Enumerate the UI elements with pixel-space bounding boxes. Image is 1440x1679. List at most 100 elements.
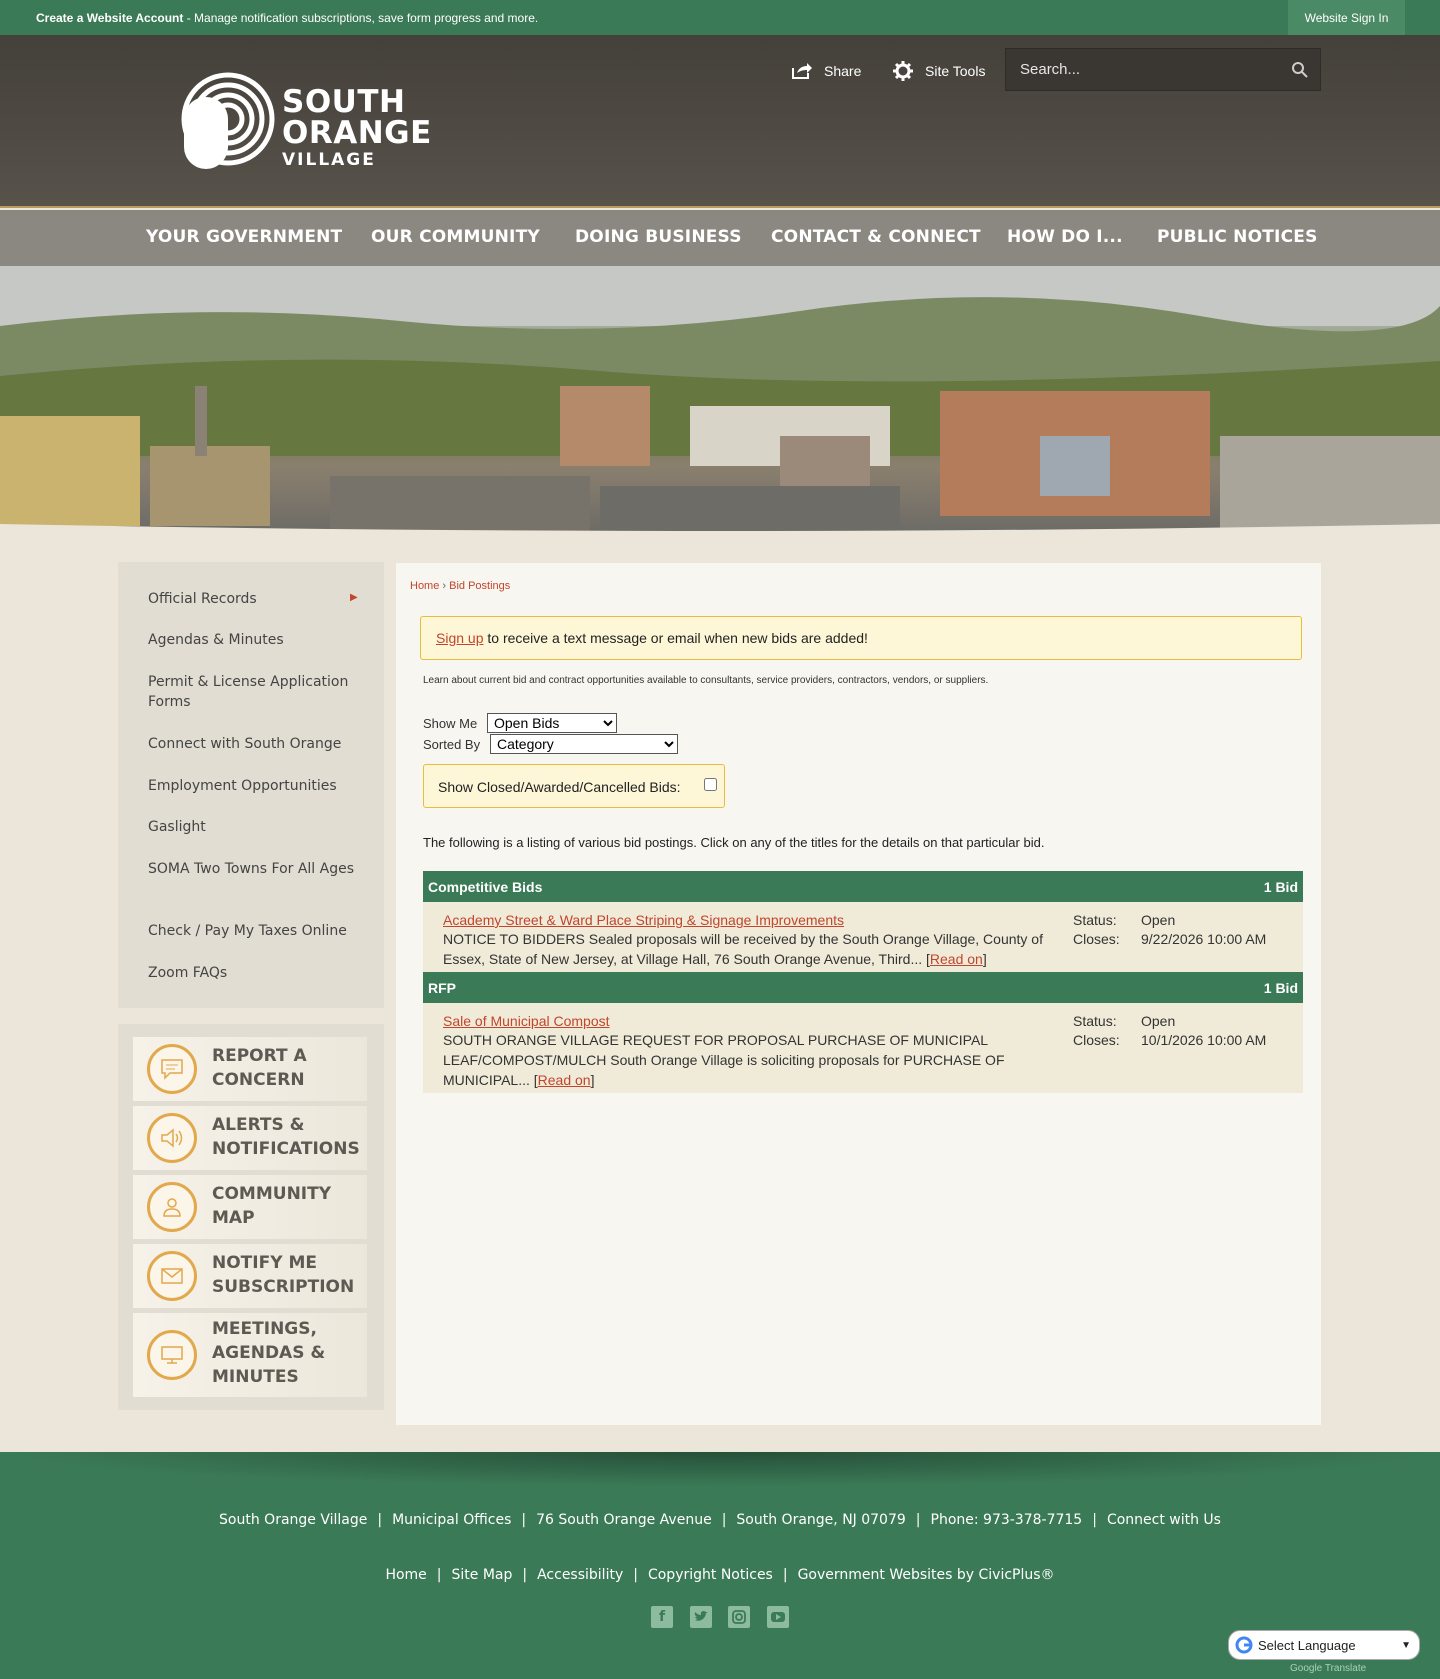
read-on-link[interactable]: Read on [538, 1072, 591, 1088]
footer-org-name: South Orange Village [219, 1512, 368, 1528]
category-name: RFP [428, 980, 456, 996]
share-label: Share [824, 63, 862, 79]
sidebar-item-soma-two-towns[interactable]: SOMA Two Towns For All Ages [148, 859, 358, 879]
footer-separator: | [633, 1567, 638, 1583]
category-name: Competitive Bids [428, 879, 543, 895]
footer-separator: | [721, 1512, 727, 1528]
share-icon [790, 60, 814, 82]
main-content: Home › Bid Postings Sign up to receive a… [396, 563, 1321, 1425]
footer-separator: | [521, 1512, 527, 1528]
footer-copyright-link[interactable]: Copyright Notices [648, 1567, 773, 1583]
listing-intro: The following is a listing of various bi… [423, 835, 1045, 850]
page-intro: Learn about current bid and contract opp… [423, 675, 989, 686]
bid-description: SOUTH ORANGE VILLAGE REQUEST FOR PROPOSA… [443, 1032, 1005, 1088]
bid-description-text: SOUTH ORANGE VILLAGE REQUEST FOR PROPOSA… [443, 1032, 1005, 1088]
account-banner-text: - Manage notification subscriptions, sav… [183, 11, 539, 25]
breadcrumb-home[interactable]: Home [410, 580, 439, 592]
logo-line-3: VILLAGE [282, 150, 376, 170]
search-box [1005, 48, 1321, 91]
show-closed-checkbox[interactable] [704, 778, 717, 791]
footer-sitemap-link[interactable]: Site Map [452, 1567, 513, 1583]
site-header: SOUTH ORANGE VILLAGE Share Site Tools [0, 35, 1440, 208]
site-footer: South Orange Village | Municipal Offices | 7… [0, 1452, 1440, 1679]
footer-separator: | [782, 1567, 788, 1583]
share-button[interactable]: Share [790, 60, 861, 82]
chat-bubble-icon [147, 1044, 197, 1094]
footer-connect-link[interactable]: Connect with Us [1107, 1512, 1221, 1528]
alerts-notifications-button[interactable]: Alerts & Notifications [133, 1106, 367, 1170]
show-closed-label: Show Closed/Awarded/Cancelled Bids: [438, 779, 681, 795]
logo-rings-icon [181, 72, 275, 169]
nav-contact-connect[interactable]: CONTACT & CONNECT [771, 227, 981, 247]
quick-links: Report a Concern Alerts & Notifications … [118, 1024, 384, 1410]
site-tools-button[interactable]: Site Tools [891, 60, 985, 82]
bid-description: NOTICE TO BIDDERS Sealed proposals will … [443, 931, 1043, 967]
sidebar-item-permit-forms[interactable]: Permit & License Application Forms [148, 672, 358, 712]
footer-shadow [0, 1452, 1440, 1487]
sidebar-item-agendas-minutes[interactable]: Agendas & Minutes [148, 630, 358, 650]
envelope-icon [147, 1251, 197, 1301]
twitter-icon[interactable] [690, 1606, 712, 1628]
footer-phone: Phone: 973-378-7715 [930, 1512, 1083, 1528]
meetings-agendas-button[interactable]: Meetings, Agendas & Minutes [133, 1313, 367, 1397]
footer-separator: | [522, 1567, 528, 1583]
create-account-link[interactable]: Create a Website Account [36, 11, 183, 25]
website-sign-in-button[interactable]: Website Sign In [1288, 0, 1405, 35]
language-select[interactable]: Select Language ▼ [1228, 1630, 1420, 1660]
sidebar-item-zoom-faqs[interactable]: Zoom FAQs [148, 963, 358, 983]
meetings-agendas-label: Meetings, Agendas & Minutes [212, 1319, 326, 1387]
closes-label: Closes: [1073, 1032, 1120, 1048]
footer-civicplus-link[interactable]: Government Websites by CivicPlus® [798, 1567, 1055, 1583]
bid-title-link[interactable]: Sale of Municipal Compost [443, 1011, 610, 1031]
bid-row: Sale of Municipal Compost SOUTH ORANGE V… [423, 1003, 1303, 1093]
nav-your-government[interactable]: YOUR GOVERNMENT [146, 227, 342, 247]
facebook-icon[interactable]: f [651, 1606, 673, 1628]
town-skyline-image [0, 266, 1440, 536]
closes-value: 10/1/2026 10:00 AM [1141, 1032, 1267, 1048]
sidebar-item-connect[interactable]: Connect with South Orange [148, 734, 358, 754]
south-orange-logo[interactable]: SOUTH ORANGE VILLAGE [180, 47, 440, 192]
nav-public-notices[interactable]: PUBLIC NOTICES [1157, 227, 1318, 247]
community-map-button[interactable]: Community Map [133, 1175, 367, 1239]
site-tools-label: Site Tools [925, 63, 986, 79]
search-icon[interactable] [1290, 60, 1310, 80]
sidebar-item-employment[interactable]: Employment Opportunities [148, 776, 358, 796]
footer-accessibility-link[interactable]: Accessibility [537, 1567, 623, 1583]
nav-doing-business[interactable]: DOING BUSINESS [575, 227, 742, 247]
youtube-icon[interactable] [767, 1606, 789, 1628]
nav-how-do-i[interactable]: HOW DO I... [1007, 227, 1123, 247]
google-g-icon [1235, 1636, 1253, 1654]
closes-value: 9/22/2026 10:00 AM [1141, 931, 1267, 947]
breadcrumb-separator: › [439, 580, 450, 592]
read-on-link[interactable]: Read on [930, 951, 983, 967]
sign-up-link[interactable]: Sign up [436, 630, 483, 646]
logo-line-2: ORANGE [282, 115, 432, 151]
speaker-icon [147, 1113, 197, 1163]
report-concern-button[interactable]: Report a Concern [133, 1037, 367, 1101]
sorted-by-label: Sorted By [423, 737, 481, 752]
logo-line-1: SOUTH [282, 84, 406, 120]
chevron-down-icon: ▼ [1401, 1639, 1411, 1651]
notify-me-button[interactable]: Notify Me Subscription [133, 1244, 367, 1308]
signup-alert: Sign up to receive a text message or ema… [420, 616, 1302, 660]
nav-our-community[interactable]: OUR COMMUNITY [371, 227, 540, 247]
breadcrumb-current[interactable]: Bid Postings [449, 580, 510, 592]
sidebar-item-official-records[interactable]: Official Records [148, 589, 358, 609]
signup-alert-text: to receive a text message or email when … [483, 630, 868, 646]
show-me-select[interactable]: Open Bids [487, 713, 617, 733]
language-select-label: Select Language [1258, 1637, 1356, 1653]
submenu-arrow-icon[interactable]: ▶ [350, 592, 358, 603]
instagram-icon[interactable] [728, 1606, 750, 1628]
footer-home-link[interactable]: Home [385, 1567, 426, 1583]
search-input[interactable] [1006, 49, 1276, 90]
sorted-by-select[interactable]: Category [490, 734, 678, 754]
sidebar-item-pay-taxes[interactable]: Check / Pay My Taxes Online [148, 921, 358, 941]
footer-separator: | [1092, 1512, 1097, 1528]
bid-title-link[interactable]: Academy Street & Ward Place Striping & S… [443, 910, 844, 930]
closes-label: Closes: [1073, 931, 1120, 947]
alerts-notifications-label: Alerts & Notifications [212, 1115, 360, 1159]
report-concern-label: Report a Concern [212, 1046, 307, 1090]
show-me-label: Show Me [423, 716, 478, 731]
status-value: Open [1141, 1013, 1176, 1029]
sidebar-item-gaslight[interactable]: Gaslight [148, 817, 358, 837]
